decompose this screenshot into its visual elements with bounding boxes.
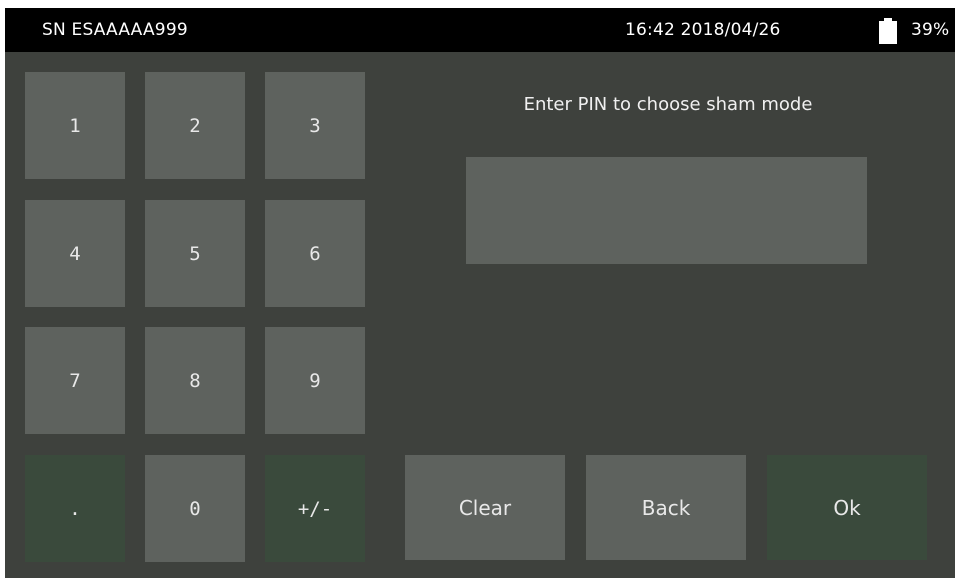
battery-percent: 39%: [911, 20, 950, 40]
clear-button[interactable]: Clear: [405, 455, 565, 560]
back-button[interactable]: Back: [586, 455, 746, 560]
pin-input[interactable]: [466, 157, 867, 264]
key-decimal[interactable]: .: [25, 455, 125, 562]
key-5[interactable]: 5: [145, 200, 245, 307]
pin-prompt: Enter PIN to choose sham mode: [523, 94, 813, 115]
ok-button[interactable]: Ok: [767, 455, 927, 560]
key-0[interactable]: 0: [145, 455, 245, 562]
key-6[interactable]: 6: [265, 200, 365, 307]
battery-icon: [879, 18, 897, 44]
key-9[interactable]: 9: [265, 327, 365, 434]
key-3[interactable]: 3: [265, 72, 365, 179]
serial-number: SN ESAAAAA999: [42, 20, 188, 40]
key-7[interactable]: 7: [25, 327, 125, 434]
key-8[interactable]: 8: [145, 327, 245, 434]
status-bar: SN ESAAAAA999 16:42 2018/04/26 39%: [5, 8, 955, 52]
pin-entry-screen: 1 2 3 4 5 6 7 8 9 . 0 +/- Enter PIN to c…: [5, 52, 955, 578]
key-2[interactable]: 2: [145, 72, 245, 179]
key-plus-minus[interactable]: +/-: [265, 455, 365, 562]
key-1[interactable]: 1: [25, 72, 125, 179]
key-4[interactable]: 4: [25, 200, 125, 307]
date-time: 16:42 2018/04/26: [625, 20, 781, 40]
